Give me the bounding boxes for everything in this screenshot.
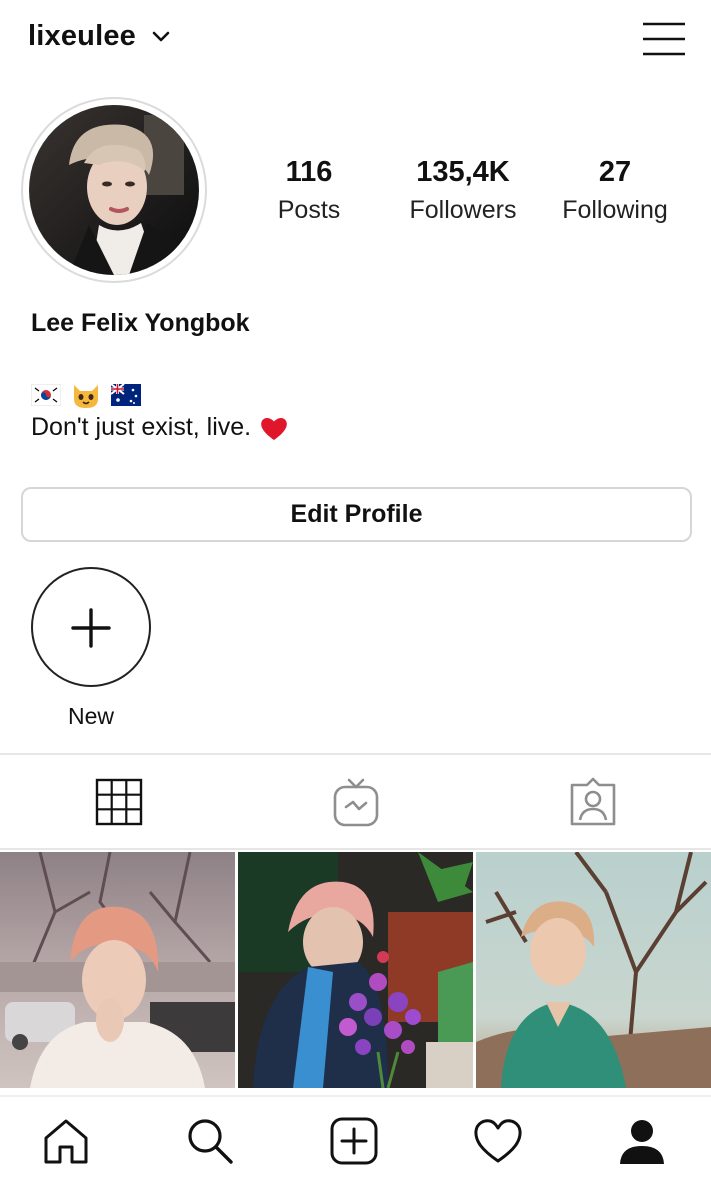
profile-icon xyxy=(620,1120,664,1164)
add-post-icon xyxy=(330,1117,378,1165)
posts-grid xyxy=(0,852,711,1088)
australia-flag-icon xyxy=(111,384,141,406)
heart-icon xyxy=(474,1119,522,1163)
following-label: Following xyxy=(562,196,668,224)
post-thumbnail[interactable] xyxy=(476,852,711,1088)
bio-text: Don't just exist, live. xyxy=(31,413,252,441)
cat-face-icon xyxy=(74,385,98,408)
followers-count: 135,4K xyxy=(416,156,510,188)
nav-new-post[interactable] xyxy=(324,1111,384,1171)
following-count: 27 xyxy=(598,156,632,188)
tagged-person-icon xyxy=(570,777,615,826)
bottom-navigation xyxy=(0,1095,711,1183)
top-bar: lixeulee xyxy=(0,0,711,80)
posts-stat[interactable]: 116 Posts xyxy=(250,152,368,228)
chevron-down-icon xyxy=(152,31,170,41)
new-highlight-button[interactable] xyxy=(31,567,151,687)
plus-icon xyxy=(71,608,111,648)
igtv-icon xyxy=(333,778,378,827)
bio-text-row: Don't just exist, live. xyxy=(31,413,289,442)
new-highlight-label: New xyxy=(67,703,114,729)
grid-icon xyxy=(95,778,142,826)
tab-igtv[interactable] xyxy=(237,756,474,848)
post-thumbnail[interactable] xyxy=(0,852,235,1088)
followers-label: Followers xyxy=(409,196,517,224)
avatar-photo xyxy=(29,105,199,275)
tab-grid[interactable] xyxy=(0,756,237,848)
section-divider xyxy=(0,753,711,755)
south-korea-flag-icon xyxy=(31,384,61,406)
posts-count: 116 xyxy=(285,156,333,188)
bio-emoji-row xyxy=(31,381,141,409)
following-stat[interactable]: 27 Following xyxy=(552,152,678,228)
account-switcher[interactable]: lixeulee xyxy=(28,20,172,53)
username: lixeulee xyxy=(28,20,136,52)
tab-tagged[interactable] xyxy=(474,756,711,848)
posts-label: Posts xyxy=(277,196,341,224)
hamburger-menu-icon[interactable] xyxy=(640,20,688,58)
full-name: Lee Felix Yongbok xyxy=(31,309,250,337)
post-thumbnail[interactable] xyxy=(238,852,473,1088)
edit-profile-button[interactable]: Edit Profile xyxy=(21,487,692,542)
tabs-divider xyxy=(0,848,711,850)
profile-tabs xyxy=(0,756,711,848)
profile-avatar[interactable] xyxy=(21,97,211,283)
home-icon xyxy=(44,1119,88,1164)
followers-stat[interactable]: 135,4K Followers xyxy=(392,152,534,228)
nav-home[interactable] xyxy=(36,1111,96,1171)
nav-profile[interactable] xyxy=(612,1111,672,1171)
red-heart-icon xyxy=(261,417,287,440)
nav-activity[interactable] xyxy=(468,1111,528,1171)
nav-search[interactable] xyxy=(180,1111,240,1171)
search-icon xyxy=(188,1119,233,1164)
